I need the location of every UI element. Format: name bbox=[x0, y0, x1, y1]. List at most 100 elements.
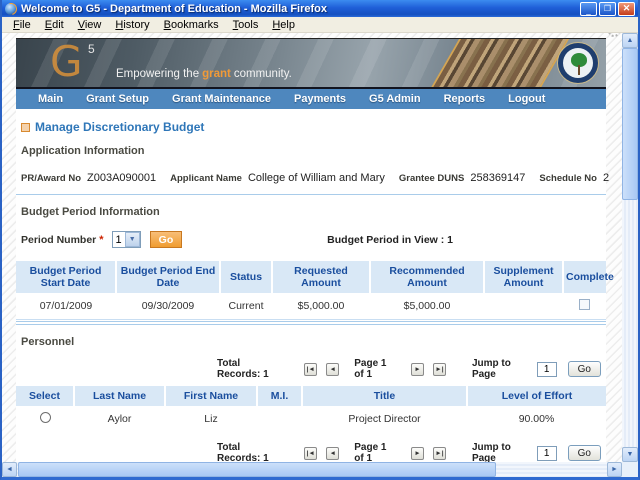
start-date-cell: 07/01/2009 bbox=[16, 293, 116, 320]
g5-banner: G 5 Empowering thegrantcommunity. bbox=[16, 38, 606, 87]
last-page-icon: ►| bbox=[435, 366, 443, 373]
nav-logout[interactable]: Logout bbox=[508, 93, 545, 105]
bookshelf-image bbox=[427, 38, 572, 87]
first-name-cell: Liz bbox=[165, 406, 257, 432]
col-title: Title bbox=[302, 386, 467, 406]
col-first-name: First Name bbox=[165, 386, 257, 406]
col-complete: Complete bbox=[563, 261, 606, 293]
period-number-label: Period Number bbox=[21, 234, 96, 246]
horizontal-scrollbar-thumb[interactable] bbox=[18, 462, 496, 477]
menu-tools[interactable]: Tools bbox=[226, 18, 266, 32]
period-go-button[interactable]: Go bbox=[150, 231, 183, 248]
scroll-right-button[interactable]: ► bbox=[607, 462, 622, 477]
scroll-down-button[interactable]: ▼ bbox=[622, 447, 638, 462]
scroll-down-icon: ▼ bbox=[627, 451, 634, 458]
jump-go-button[interactable]: Go bbox=[568, 361, 601, 377]
close-icon: ✕ bbox=[623, 4, 631, 13]
last-page-button[interactable]: ►| bbox=[433, 363, 446, 376]
jump-to-page-input[interactable] bbox=[537, 446, 557, 461]
application-information-fields: PR/Award No Z003A090001 Applicant Name C… bbox=[21, 172, 601, 184]
horizontal-scrollbar[interactable]: ◄ ► bbox=[2, 462, 622, 477]
first-page-icon: |◄ bbox=[307, 366, 315, 373]
nav-g5-admin[interactable]: G5 Admin bbox=[369, 93, 421, 105]
prev-page-button[interactable]: ◄ bbox=[326, 447, 339, 460]
last-page-button[interactable]: ►| bbox=[433, 447, 446, 460]
title-cell: Project Director bbox=[302, 406, 467, 432]
maximize-button[interactable]: ❐ bbox=[599, 2, 616, 16]
period-number-select[interactable]: 1 ▼ bbox=[112, 231, 141, 248]
schedule-no-label: Schedule No bbox=[539, 173, 597, 184]
budget-period-in-view: Budget Period in View : 1 bbox=[327, 234, 453, 246]
select-cell bbox=[16, 406, 74, 432]
minimize-button[interactable]: _ bbox=[580, 2, 597, 16]
g5-logo: G bbox=[50, 39, 83, 85]
nav-grant-maintenance[interactable]: Grant Maintenance bbox=[172, 93, 271, 105]
jump-to-page-label: Jump to Page bbox=[472, 442, 524, 464]
personnel-pagination-top: Total Records: 1 |◄ ◄ Page 1 of 1 ► ►| J… bbox=[21, 358, 601, 380]
col-supplement: Supplement Amount bbox=[484, 261, 563, 293]
table-header-row: Select Last Name First Name M.I. Title L… bbox=[16, 386, 606, 406]
tagline: Empowering thegrantcommunity. bbox=[116, 68, 295, 80]
menu-bar: File Edit View History Bookmarks Tools H… bbox=[2, 17, 638, 33]
col-end-date: Budget Period End Date bbox=[116, 261, 220, 293]
menu-view[interactable]: View bbox=[71, 18, 109, 32]
nav-main[interactable]: Main bbox=[38, 93, 63, 105]
menu-help[interactable]: Help bbox=[265, 18, 302, 32]
scroll-left-icon: ◄ bbox=[6, 466, 13, 473]
table-header-row: Budget Period Start Date Budget Period E… bbox=[16, 261, 606, 293]
scroll-left-button[interactable]: ◄ bbox=[2, 462, 17, 477]
maximize-icon: ❐ bbox=[604, 5, 611, 13]
page-viewport: G 5 Empowering thegrantcommunity. Main G… bbox=[2, 33, 638, 477]
jump-go-button[interactable]: Go bbox=[568, 445, 601, 461]
content-panel: Manage Discretionary Budget Application … bbox=[16, 109, 606, 477]
select-radio[interactable] bbox=[40, 412, 51, 423]
required-mark: * bbox=[99, 234, 103, 246]
first-page-button[interactable]: |◄ bbox=[304, 363, 317, 376]
menu-history[interactable]: History bbox=[108, 18, 156, 32]
col-level-of-effort: Level of Effort bbox=[467, 386, 606, 406]
menu-file[interactable]: File bbox=[6, 18, 38, 32]
department-of-education-seal bbox=[557, 42, 599, 84]
col-recommended: Recommended Amount bbox=[370, 261, 484, 293]
personnel-heading: Personnel bbox=[21, 336, 601, 348]
grantee-duns-value: 258369147 bbox=[470, 172, 525, 184]
jump-to-page-input[interactable] bbox=[537, 362, 557, 377]
status-cell: Current bbox=[220, 293, 272, 320]
next-page-button[interactable]: ► bbox=[411, 363, 424, 376]
first-page-button[interactable]: |◄ bbox=[304, 447, 317, 460]
vertical-scrollbar-thumb[interactable] bbox=[622, 48, 638, 200]
applicant-name-value: College of William and Mary bbox=[248, 172, 385, 184]
level-of-effort-cell: 90.00% bbox=[467, 406, 606, 432]
main-navigation: Main Grant Setup Grant Maintenance Payme… bbox=[16, 87, 606, 109]
period-number-value: 1 bbox=[113, 234, 125, 246]
next-page-button[interactable]: ► bbox=[411, 447, 424, 460]
nav-payments[interactable]: Payments bbox=[294, 93, 346, 105]
scroll-up-button[interactable]: ▲ bbox=[622, 33, 638, 48]
close-button[interactable]: ✕ bbox=[618, 2, 635, 16]
vertical-scrollbar[interactable]: ▲ ▼ bbox=[622, 33, 638, 462]
end-date-cell: 09/30/2009 bbox=[116, 293, 220, 320]
table-row: Aylor Liz Project Director 90.00% bbox=[16, 406, 606, 432]
requested-amount-cell: $5,000.00 bbox=[272, 293, 370, 320]
complete-checkbox[interactable] bbox=[579, 299, 590, 310]
pr-award-no-value: Z003A090001 bbox=[87, 172, 156, 184]
scroll-right-icon: ► bbox=[611, 466, 618, 473]
col-requested: Requested Amount bbox=[272, 261, 370, 293]
next-page-icon: ► bbox=[414, 450, 420, 457]
col-status: Status bbox=[220, 261, 272, 293]
budget-period-heading: Budget Period Information bbox=[21, 206, 601, 218]
nav-reports[interactable]: Reports bbox=[444, 93, 486, 105]
prev-page-button[interactable]: ◄ bbox=[326, 363, 339, 376]
menu-edit[interactable]: Edit bbox=[38, 18, 71, 32]
scroll-up-icon: ▲ bbox=[627, 37, 634, 44]
menu-bookmarks[interactable]: Bookmarks bbox=[157, 18, 226, 32]
pr-award-no-label: PR/Award No bbox=[21, 173, 81, 184]
recommended-amount-cell: $5,000.00 bbox=[370, 293, 484, 320]
browser-window: Welcome to G5 - Department of Education … bbox=[0, 0, 640, 480]
schedule-no-value: 2 bbox=[603, 172, 609, 184]
page-title: Manage Discretionary Budget bbox=[35, 120, 204, 134]
prev-page-icon: ◄ bbox=[330, 366, 336, 373]
total-records: Total Records: 1 bbox=[217, 442, 278, 464]
budget-period-table: Budget Period Start Date Budget Period E… bbox=[16, 261, 606, 320]
nav-grant-setup[interactable]: Grant Setup bbox=[86, 93, 149, 105]
